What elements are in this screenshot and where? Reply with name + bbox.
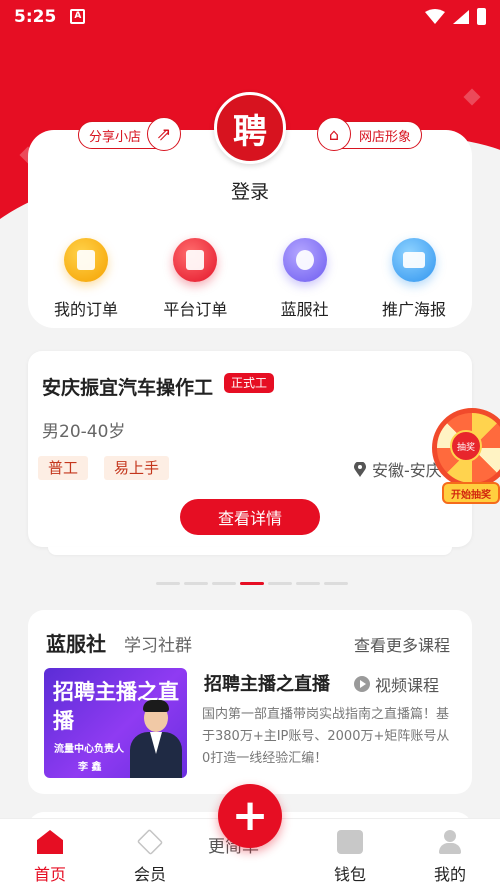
home-icon [37, 830, 63, 854]
share-store-label: 分享小店 [89, 129, 142, 145]
tab-membership[interactable]: 会员 [100, 819, 200, 888]
presenter-image [128, 698, 184, 778]
tab-home[interactable]: 首页 [0, 819, 100, 888]
user-icon [437, 830, 463, 854]
club-section: 蓝服社 学习社群 查看更多课程 招聘主播之直播 流量中心负责人 李 鑫 招聘主播… [28, 610, 472, 794]
wallet-icon [337, 830, 363, 854]
carousel-dot [156, 582, 180, 585]
store-image-label: 网店形象 [359, 129, 412, 145]
signal-icon [453, 9, 469, 24]
battery-icon [477, 8, 486, 25]
carousel-indicator [156, 582, 348, 585]
tab-label: 会员 [133, 865, 166, 884]
quick-item-label: 我的订单 [53, 300, 118, 319]
hands-icon [282, 238, 327, 282]
carousel-dot-active [240, 582, 264, 585]
quick-item-my-orders[interactable]: 我的订单 [36, 238, 136, 320]
job-type-badge: 正式工 [224, 373, 275, 393]
quick-item-label: 推广海报 [381, 300, 446, 319]
tab-profile[interactable]: 我的 [400, 819, 500, 888]
wifi-icon [425, 8, 445, 24]
club-title: 蓝服社 [46, 632, 106, 656]
view-details-button[interactable]: 查看详情 [180, 499, 320, 535]
status-time: 5:25 [14, 6, 57, 27]
clipboard-icon [173, 238, 218, 282]
diamond-icon [136, 828, 164, 856]
carousel-dot [324, 582, 348, 585]
status-right [425, 8, 486, 25]
location-pin-icon [354, 461, 366, 477]
job-tag: 易上手 [104, 456, 170, 480]
play-icon [354, 676, 370, 692]
carousel-dot [212, 582, 236, 585]
share-store-button[interactable]: 分享小店 ⇗ [78, 117, 181, 151]
app-logo[interactable]: 聘 [214, 92, 286, 164]
lottery-center[interactable]: 抽奖 [450, 430, 482, 462]
job-location-text: 安徽-安庆 [372, 461, 442, 480]
quick-item-platform-orders[interactable]: 平台订单 [145, 238, 245, 320]
decor-diamond [463, 88, 481, 106]
carousel-dot [184, 582, 208, 585]
status-bar: 5:25 A [0, 0, 500, 33]
store-image-button[interactable]: ⌂ 网店形象 [317, 117, 422, 151]
quick-item-label: 平台订单 [163, 300, 228, 319]
image-icon [391, 238, 436, 282]
tab-label: 我的 [433, 865, 466, 884]
thumbnail-name: 李 鑫 [78, 762, 102, 773]
more-courses-link[interactable]: 查看更多课程 [354, 632, 450, 656]
lottery-start-banner[interactable]: 开始抽奖 [442, 482, 500, 504]
add-button[interactable]: + [218, 784, 282, 848]
course-type: 视频课程 [354, 672, 439, 696]
job-card[interactable]: 安庆振宜汽车操作工 正式工 男20-40岁 普工 易上手 安徽-安庆 查看详情 [28, 351, 472, 547]
club-subtitle: 学习社群 [124, 636, 192, 656]
quick-item-label: 蓝服社 [280, 300, 329, 319]
thumbnail-note: 流量中心负责人 [54, 744, 124, 755]
job-age: 男20-40岁 [42, 422, 126, 442]
share-icon: ⇗ [147, 117, 181, 151]
carousel-dot [296, 582, 320, 585]
quick-menu: 我的订单 平台订单 蓝服社 推广海报 [36, 238, 464, 320]
carousel-dot [268, 582, 292, 585]
login-link[interactable]: 登录 [0, 177, 500, 204]
store-icon: ⌂ [317, 117, 351, 151]
order-icon [64, 238, 108, 282]
tab-label: 首页 [33, 865, 66, 884]
tab-label: 钱包 [333, 865, 366, 884]
notification-icon: A [70, 9, 86, 24]
quick-item-club[interactable]: 蓝服社 [255, 238, 355, 320]
tab-wallet[interactable]: 钱包 [300, 819, 400, 888]
course-type-label: 视频课程 [375, 676, 440, 695]
job-title: 安庆振宜汽车操作工 [42, 377, 214, 399]
card-stack-edge [48, 547, 452, 555]
course-name[interactable]: 招聘主播之直播 [204, 670, 330, 696]
course-description: 国内第一部直播带岗实战指南之直播篇！基于380万+主IP账号、2000万+矩阵账… [202, 707, 450, 766]
course-thumbnail[interactable]: 招聘主播之直播 流量中心负责人 李 鑫 [44, 668, 187, 778]
job-tag: 普工 [38, 456, 89, 480]
quick-item-posters[interactable]: 推广海报 [364, 238, 464, 320]
